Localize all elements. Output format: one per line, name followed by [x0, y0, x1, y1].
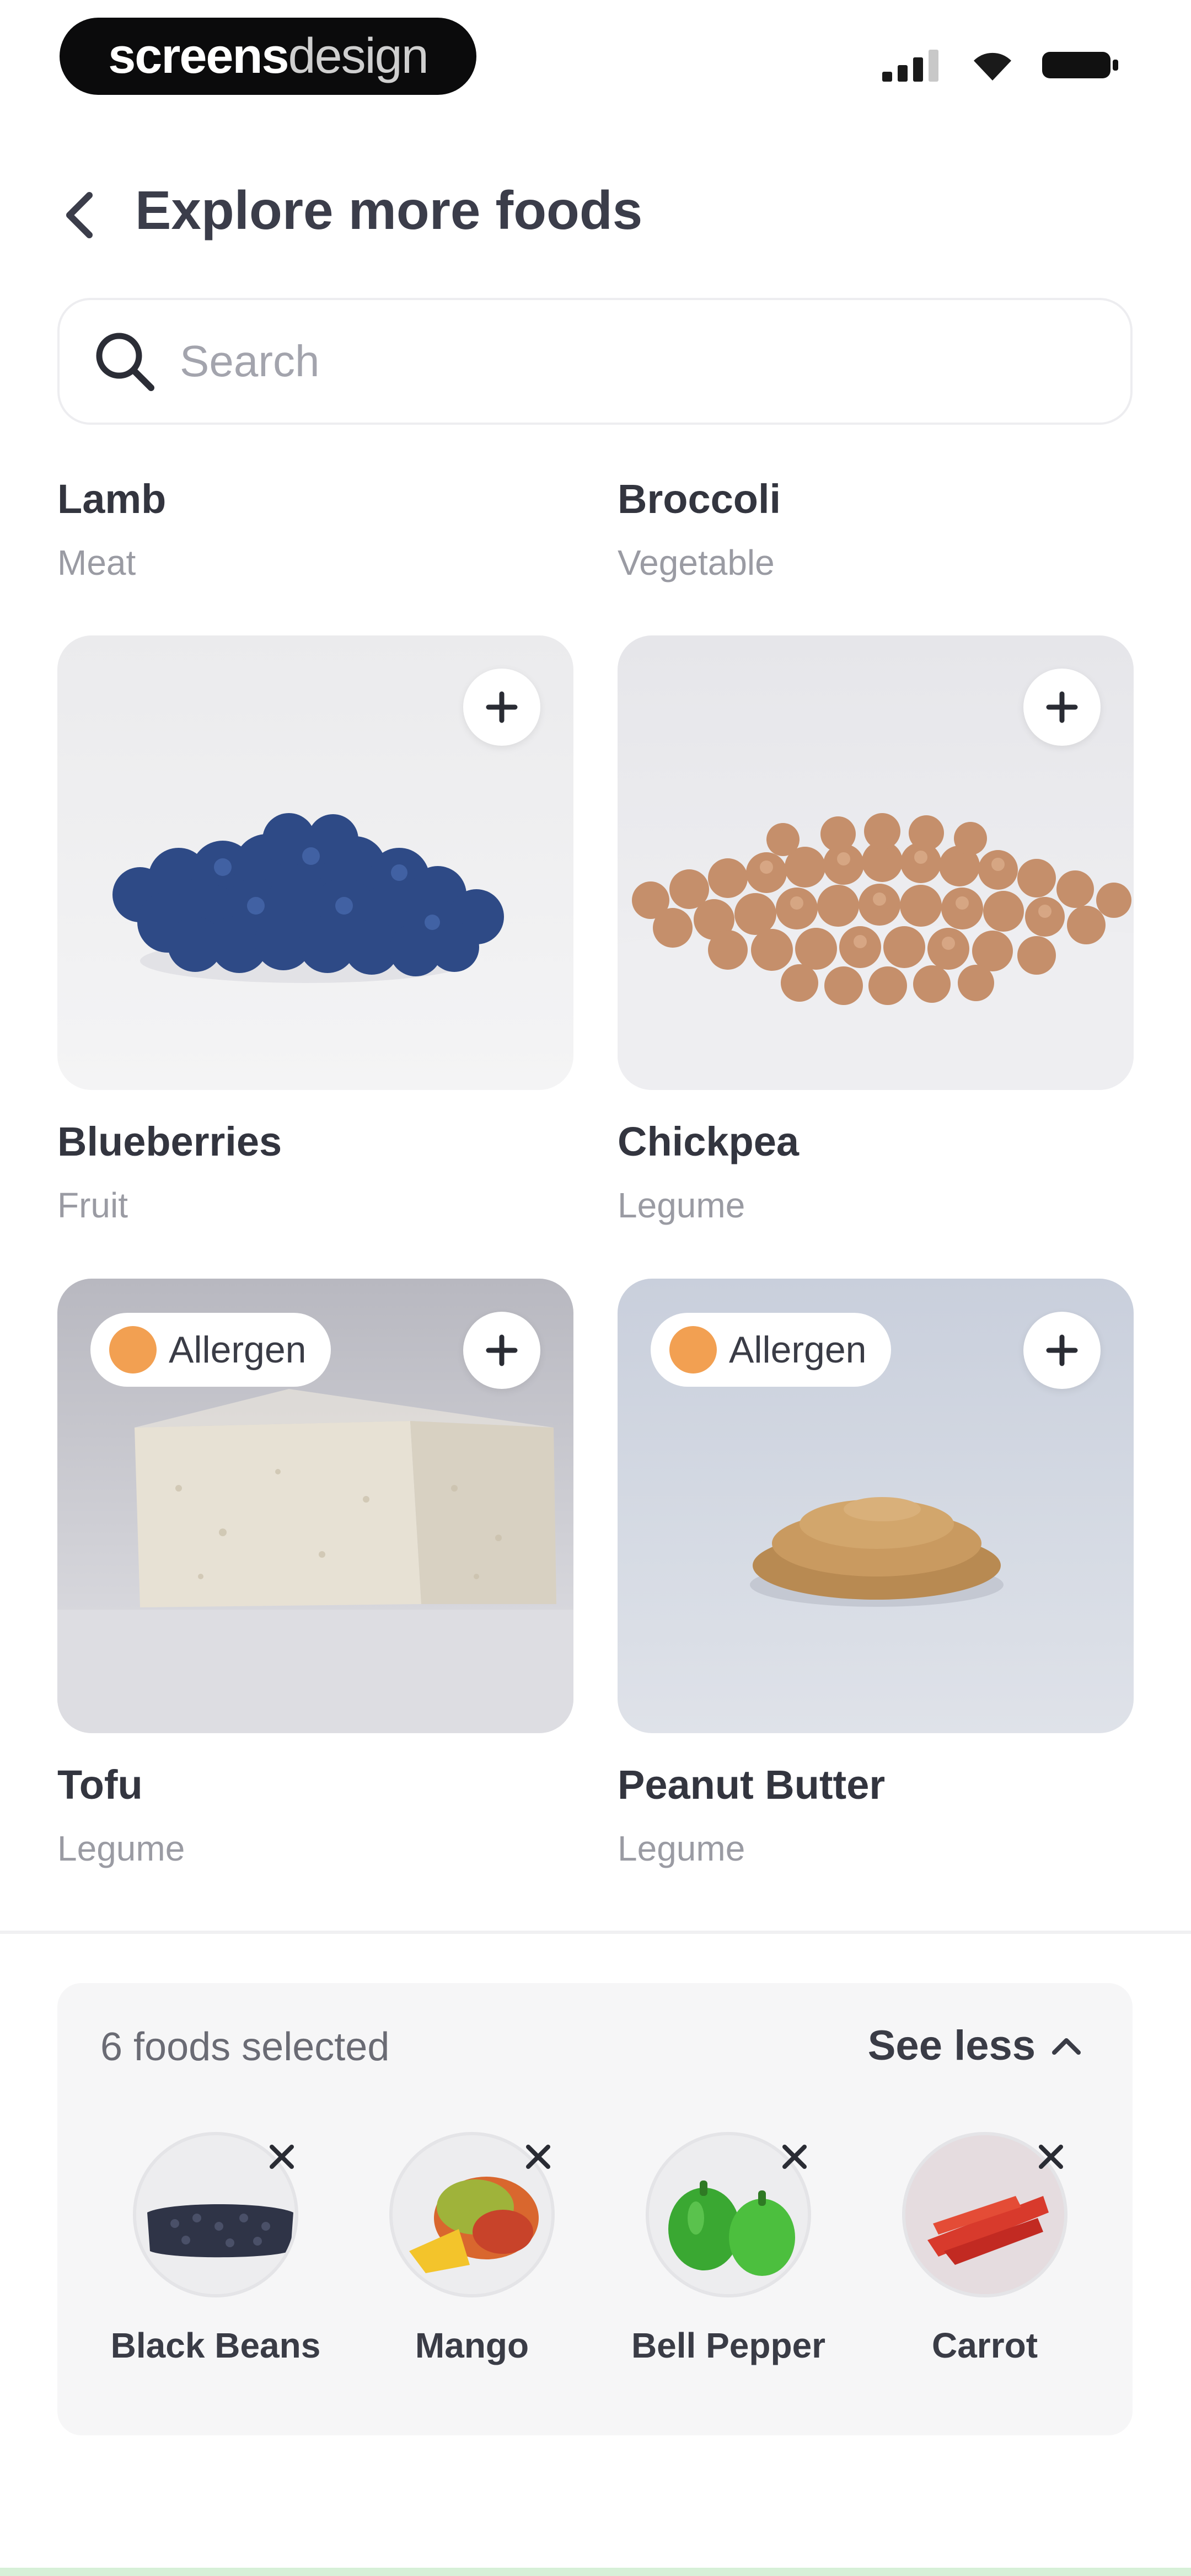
food-name-chickpea: Chickpea	[618, 1119, 800, 1164]
add-button-peanut-butter[interactable]	[1023, 1312, 1101, 1389]
food-category-peanut-butter: Legume	[618, 1829, 745, 1868]
chevron-up-icon	[1052, 2038, 1081, 2055]
search-bar[interactable]	[57, 298, 1133, 425]
selected-item-label: Carrot	[931, 2326, 1038, 2365]
close-icon	[1039, 2145, 1063, 2169]
allergen-badge-peanut-butter: Allergen	[651, 1313, 891, 1387]
remove-button-bell-pepper[interactable]	[770, 2132, 819, 2182]
section-divider	[0, 1931, 1191, 1934]
search-input[interactable]	[179, 335, 1008, 387]
chevron-left-icon[interactable]	[60, 188, 98, 243]
close-icon	[782, 2145, 807, 2169]
bottom-edge	[0, 2568, 1191, 2576]
wifi-icon	[974, 52, 1011, 81]
food-name-tofu: Tofu	[57, 1762, 143, 1808]
allergen-label: Allergen	[729, 1329, 867, 1371]
selected-count: 6 foods selected	[100, 2025, 390, 2069]
allergen-label: Allergen	[169, 1329, 307, 1371]
selected-item-label: Mango	[415, 2326, 529, 2365]
add-button-tofu[interactable]	[463, 1312, 540, 1389]
page-title: Explore more foods	[135, 180, 643, 241]
food-name-blueberries: Blueberries	[57, 1119, 282, 1164]
see-less-label: See less	[867, 2022, 1036, 2069]
food-category-lamb: Meat	[57, 543, 136, 582]
add-button-chickpea[interactable]	[1023, 669, 1101, 746]
status-icons	[882, 49, 1119, 82]
allergen-dot-icon	[669, 1326, 717, 1373]
allergen-dot-icon	[109, 1326, 157, 1373]
food-category-blueberries: Fruit	[57, 1185, 128, 1225]
plus-icon	[486, 1334, 518, 1366]
selected-item-label: Bell Pepper	[631, 2326, 826, 2365]
food-name-peanut-butter: Peanut Butter	[618, 1762, 886, 1808]
add-button-blueberries[interactable]	[463, 669, 540, 746]
remove-button-black-beans[interactable]	[257, 2132, 307, 2182]
food-name-broccoli: Broccoli	[618, 476, 781, 522]
food-card-peanut-butter[interactable]: Allergen	[618, 1279, 1134, 1733]
food-category-tofu: Legume	[57, 1829, 185, 1868]
signal-icon	[882, 50, 938, 82]
search-icon	[96, 333, 154, 391]
see-less-button[interactable]: See less	[868, 2022, 1082, 2070]
logo-text-light: design	[288, 28, 429, 84]
screensdesign-logo: screens design	[60, 18, 476, 95]
close-icon	[270, 2145, 294, 2169]
close-icon	[526, 2145, 550, 2169]
food-card-blueberries[interactable]	[57, 635, 573, 1090]
food-card-tofu[interactable]: Allergen	[57, 1279, 573, 1733]
allergen-badge-tofu: Allergen	[90, 1313, 331, 1387]
food-card-chickpea[interactable]	[618, 635, 1134, 1090]
battery-icon	[1042, 52, 1118, 78]
plus-icon	[1046, 691, 1078, 723]
remove-button-mango[interactable]	[513, 2132, 563, 2182]
plus-icon	[486, 691, 518, 723]
food-name-lamb: Lamb	[57, 476, 167, 522]
selected-item-label: Black Beans	[110, 2326, 321, 2365]
remove-button-carrot[interactable]	[1026, 2132, 1076, 2182]
plus-icon	[1046, 1334, 1078, 1366]
food-category-chickpea: Legume	[618, 1185, 745, 1225]
selection-panel: 6 foods selected See less Black Beans Ma…	[57, 1983, 1133, 2435]
food-category-broccoli: Vegetable	[618, 543, 775, 582]
logo-text-bold: screens	[108, 28, 289, 84]
